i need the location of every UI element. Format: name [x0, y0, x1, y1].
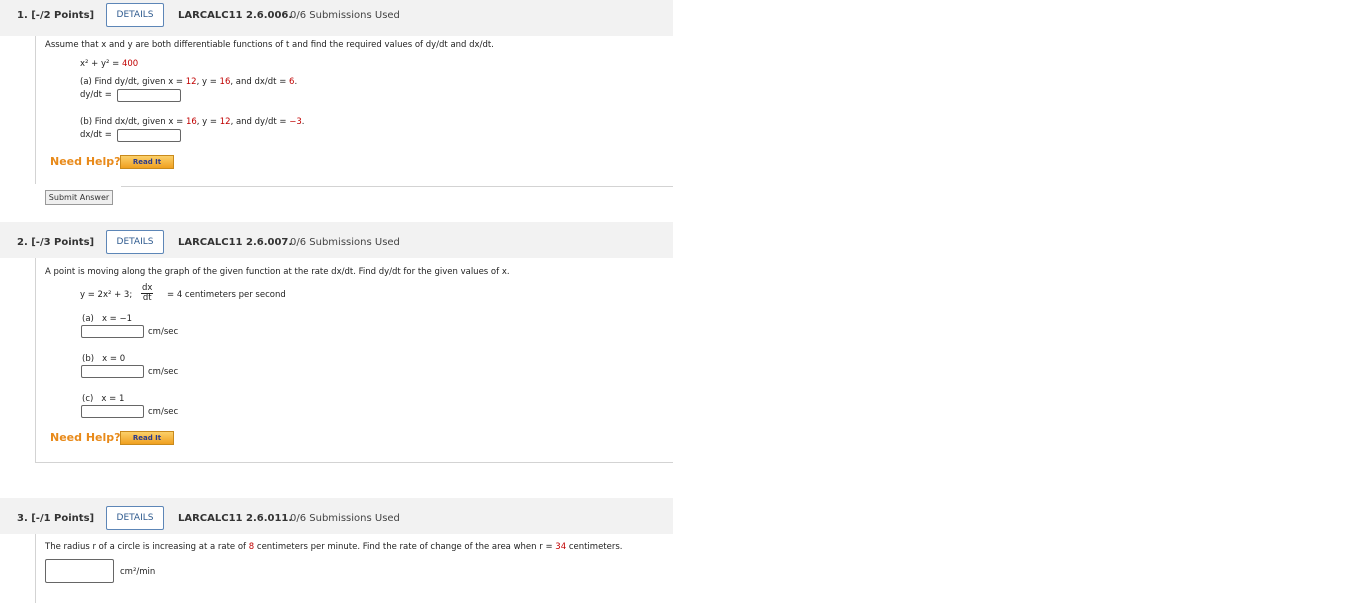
- question-2c-label: (c) x = 1: [82, 394, 124, 404]
- question-1-details-button[interactable]: DETAILS: [106, 3, 164, 27]
- question-2-rate: = 4 centimeters per second: [167, 290, 286, 300]
- question-1a-answer-input[interactable]: [117, 89, 181, 102]
- question-2-function: y = 2x² + 3;: [80, 290, 133, 300]
- part-a-label: (a): [82, 314, 94, 324]
- part-a-period: .: [294, 77, 298, 87]
- question-2a-answer-input[interactable]: [81, 325, 144, 338]
- question-3-answer-input[interactable]: [45, 559, 114, 583]
- question-1-code: LARCALC11 2.6.006.: [178, 10, 293, 21]
- part-b-x-value: 16: [185, 117, 197, 127]
- prompt-text-3: centimeters.: [568, 542, 623, 552]
- equation-rhs: 400: [121, 59, 139, 69]
- question-1a-prompt: (a) Find dy/dt, given x = 12, y = 16, an…: [80, 77, 297, 87]
- part-b-period: .: [301, 117, 305, 127]
- part-b-y-value: 12: [219, 117, 231, 127]
- question-1-points: 1. [-/2 Points]: [17, 10, 95, 21]
- question-1-equation: x² + y² = 400: [80, 59, 138, 69]
- question-2b-answer-input[interactable]: [81, 365, 144, 378]
- part-b-x-value: x = 0: [102, 354, 126, 364]
- question-2-need-help: Need Help?: [50, 431, 121, 444]
- question-1-header: 1. [-/2 Points] DETAILS LARCALC11 2.6.00…: [0, 0, 673, 36]
- question-2a-label: (a) x = −1: [82, 314, 132, 324]
- part-b-rate-value: −3: [289, 117, 302, 127]
- question-2-code: LARCALC11 2.6.007.: [178, 237, 293, 248]
- part-a-text-2: , y =: [196, 77, 217, 87]
- part-a-text-3: , and dx/dt =: [230, 77, 287, 87]
- question-1-need-help: Need Help?: [50, 155, 121, 168]
- submit-divider: [121, 186, 673, 187]
- question-3-code: LARCALC11 2.6.011.: [178, 513, 293, 524]
- question-2-rate-fraction: dx dt: [141, 284, 154, 303]
- question-2c-unit: cm/sec: [148, 407, 179, 417]
- question-1b-answer-input[interactable]: [117, 129, 181, 142]
- question-3-submissions: 0/6 Submissions Used: [290, 513, 400, 524]
- fraction-denominator: dt: [142, 293, 152, 303]
- question-2b-label: (b) x = 0: [82, 354, 125, 364]
- prompt-text-2: centimeters per minute. Find the rate of…: [256, 542, 553, 552]
- question-2-header: 2. [-/3 Points] DETAILS LARCALC11 2.6.00…: [0, 222, 673, 258]
- question-1-submissions: 0/6 Submissions Used: [290, 10, 400, 21]
- question-2b-unit: cm/sec: [148, 367, 179, 377]
- part-a-x-value: x = −1: [101, 314, 133, 324]
- rate-value: 8: [248, 542, 255, 552]
- question-2-points: 2. [-/3 Points]: [17, 237, 95, 248]
- question-1-prompt: Assume that x and y are both differentia…: [45, 40, 494, 50]
- equation-lhs: x² + y² =: [80, 59, 120, 69]
- question-3-unit: cm²/min: [120, 567, 156, 577]
- part-b-text-2: , y =: [196, 117, 218, 127]
- part-b-label: (b): [82, 354, 95, 364]
- prompt-text: The radius r of a circle is increasing a…: [45, 542, 247, 552]
- question-2c-answer-input[interactable]: [81, 405, 144, 418]
- part-b-text-3: , and dy/dt =: [230, 117, 287, 127]
- question-2-read-it-button[interactable]: Read It: [120, 431, 174, 445]
- question-1a-label: dy/dt =: [80, 90, 112, 100]
- submit-answer-button[interactable]: Submit Answer: [45, 190, 113, 205]
- question-3-details-button[interactable]: DETAILS: [106, 506, 164, 530]
- question-2-details-button[interactable]: DETAILS: [106, 230, 164, 254]
- part-c-label: (c): [82, 394, 94, 404]
- question-2-prompt: A point is moving along the graph of the…: [45, 267, 510, 277]
- question-2a-unit: cm/sec: [148, 327, 179, 337]
- question-1-read-it-button[interactable]: Read It: [120, 155, 174, 169]
- part-a-y-value: 16: [219, 77, 231, 87]
- part-c-x-value: x = 1: [101, 394, 125, 404]
- radius-value: 34: [555, 542, 567, 552]
- question-1b-label: dx/dt =: [80, 130, 112, 140]
- part-b-text: (b) Find dx/dt, given x =: [80, 117, 184, 127]
- part-a-text: (a) Find dy/dt, given x =: [80, 77, 184, 87]
- part-a-x-value: 12: [185, 77, 197, 87]
- question-3-header: 3. [-/1 Points] DETAILS LARCALC11 2.6.01…: [0, 498, 673, 534]
- question-2-submissions: 0/6 Submissions Used: [290, 237, 400, 248]
- question-3-points: 3. [-/1 Points]: [17, 513, 95, 524]
- question-1b-prompt: (b) Find dx/dt, given x = 16, y = 12, an…: [80, 117, 304, 127]
- question-3-prompt: The radius r of a circle is increasing a…: [45, 542, 623, 552]
